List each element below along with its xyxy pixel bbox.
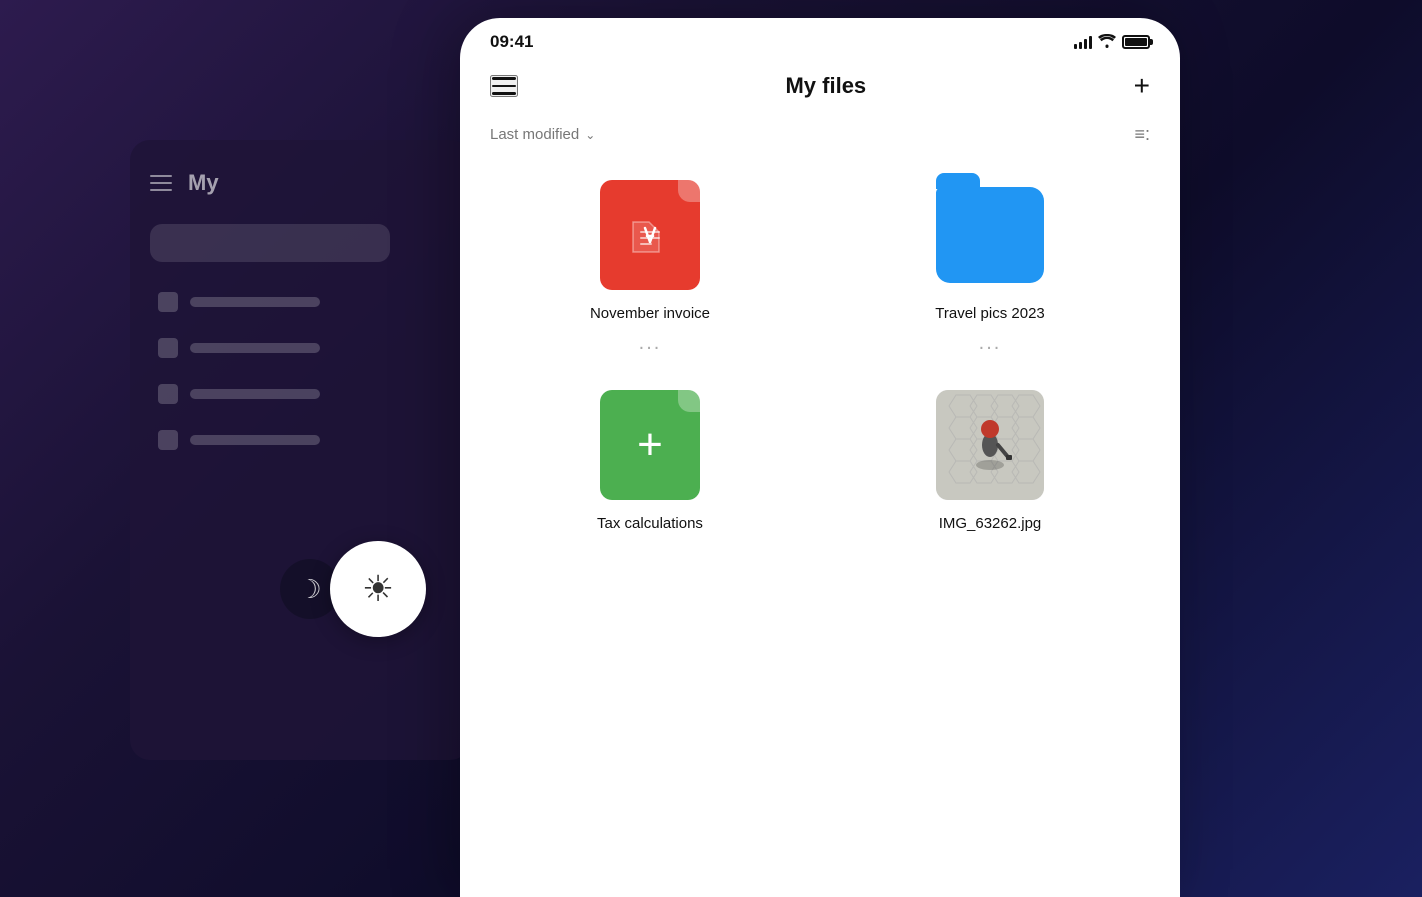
green-doc-icon: +: [600, 390, 700, 500]
file-item-img-63262[interactable]: IMG_63262.jpg: [830, 385, 1150, 532]
file-name: November invoice: [590, 305, 710, 322]
status-icons: [1074, 34, 1150, 51]
image-thumbnail-wrap: [930, 385, 1050, 505]
folder-icon: [936, 187, 1044, 283]
dark-list-item: [150, 328, 450, 368]
dark-label: [190, 435, 320, 445]
dark-panel-title: My: [188, 170, 219, 196]
status-time: 09:41: [490, 32, 533, 52]
dark-search-bar: [150, 224, 390, 262]
green-doc-icon-wrap: +: [590, 385, 710, 505]
add-button[interactable]: +: [1134, 72, 1150, 100]
dark-list-item: [150, 374, 450, 414]
status-bar: 09:41: [460, 18, 1180, 62]
pdf-icon-wrap: [590, 175, 710, 295]
dark-panel: My: [130, 140, 470, 760]
menu-button[interactable]: [490, 75, 518, 97]
mobile-panel: 09:41 My files +: [460, 18, 1180, 897]
file-item-tax-calculations[interactable]: + Tax calculations: [490, 385, 810, 532]
pdf-icon: [600, 180, 700, 290]
wifi-icon: [1098, 34, 1116, 51]
dark-hamburger-icon: [150, 175, 172, 191]
battery-icon: [1122, 35, 1150, 49]
file-name: IMG_63262.jpg: [939, 515, 1042, 532]
file-name: Tax calculations: [597, 515, 703, 532]
dark-file-icon: [158, 292, 178, 312]
sun-icon[interactable]: ☀: [330, 541, 426, 637]
dark-label: [190, 389, 320, 399]
app-header: My files +: [460, 62, 1180, 116]
signal-icon: [1074, 35, 1092, 49]
dark-label: [190, 343, 320, 353]
dark-list-item: [150, 420, 450, 460]
file-more-button[interactable]: ...: [979, 332, 1002, 355]
dark-file-icon: [158, 384, 178, 404]
theme-toggle[interactable]: ☽ ☀: [280, 541, 426, 637]
image-thumbnail: [936, 390, 1044, 500]
file-more-button[interactable]: ...: [639, 332, 662, 355]
dark-panel-header: My: [150, 170, 450, 196]
file-item-november-invoice[interactable]: November invoice ...: [490, 175, 810, 355]
sort-bar: Last modified ⌄ ≡:: [460, 116, 1180, 165]
file-item-travel-pics[interactable]: Travel pics 2023 ...: [830, 175, 1150, 355]
folder-icon-wrap: [930, 175, 1050, 295]
sort-label-text: Last modified: [490, 126, 579, 143]
page-title: My files: [785, 73, 866, 99]
dark-label: [190, 297, 320, 307]
dark-list-item: [150, 282, 450, 322]
files-grid: November invoice ... Travel pics 2023 ..…: [460, 165, 1180, 552]
dark-file-icon: [158, 430, 178, 450]
chevron-down-icon: ⌄: [585, 128, 595, 142]
file-name: Travel pics 2023: [935, 305, 1045, 322]
sort-dropdown[interactable]: Last modified ⌄: [490, 126, 595, 143]
dark-file-icon: [158, 338, 178, 358]
view-toggle-button[interactable]: ≡:: [1134, 124, 1150, 145]
